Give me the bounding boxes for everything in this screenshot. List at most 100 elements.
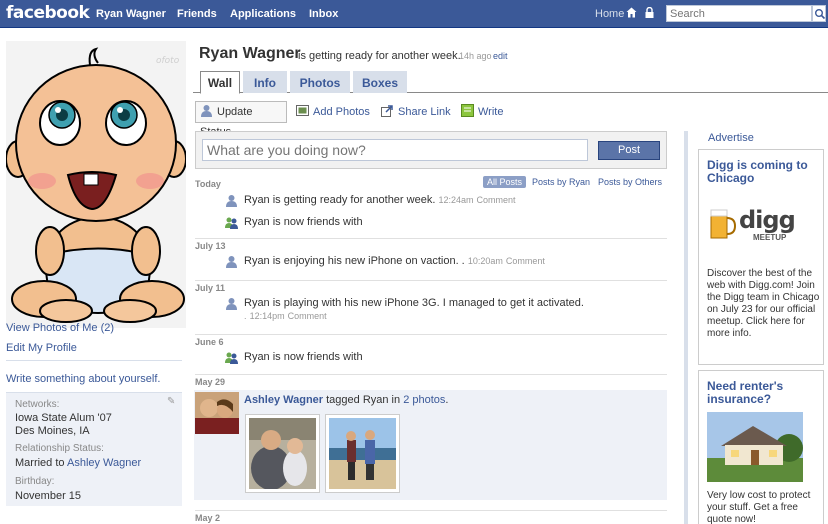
column-separator [684,131,688,524]
profile-info-box: ✎ Networks: Iowa State Alum '07 Des Moin… [6,392,182,506]
nav-profile[interactable]: Ryan Wagner [96,8,166,20]
feed-item: . 12:14pm Comment [244,310,327,322]
share-link-label: Share Link [398,106,451,118]
write-button[interactable]: Write [461,104,503,120]
write-label: Write [478,106,504,118]
birthday-label: Birthday: [15,476,55,487]
spouse-link[interactable]: Ashley Wagner [67,457,141,469]
friend-avatar[interactable] [195,392,239,434]
photos-link[interactable]: 2 photos [403,394,445,406]
divider [6,360,182,361]
filter-posts-by-others[interactable]: Posts by Others [598,177,662,187]
relationship-value: Married to Ashley Wagner [15,457,141,469]
friends-icon [225,352,238,364]
day-header: Today [195,179,221,189]
nav-inbox[interactable]: Inbox [309,8,338,20]
digg-logo[interactable]: digg MEETUP [709,206,813,246]
networks-label: Networks: [15,399,60,410]
svg-text:ofoto: ofoto [156,56,180,66]
top-bar: facebook Ryan Wagner Friends Application… [0,0,828,28]
tagged-photo[interactable] [325,414,400,493]
birthday-value: November 15 [15,490,82,502]
person-icon [201,105,212,117]
nav-applications[interactable]: Applications [230,8,296,20]
ad-body: Very low cost to protect your stuff. Get… [707,490,811,524]
status-input[interactable] [202,139,588,161]
write-about-link[interactable]: Write something about yourself. [6,373,182,385]
house-ad-image[interactable] [707,412,803,482]
view-photos-link[interactable]: View Photos of Me (2) [6,322,182,336]
network-value: Des Moines, IA [15,425,90,437]
comment-link[interactable]: Comment [288,311,327,321]
day-header: July 13 [195,238,667,251]
feed-item-time: 12:14pm [249,311,285,321]
status-time: 14h ago [459,51,492,61]
feed-item-text: Ryan is playing with his new iPhone 3G. … [244,297,584,309]
tagged-photos-story: Ashley Wagner tagged Ryan in 2 photos. [194,390,667,500]
note-icon [461,104,474,117]
ad-title[interactable]: Need renter's insurance? [707,380,817,406]
tab-bar-line [193,92,828,93]
status-composer: Post [195,131,667,169]
tab-photos[interactable]: Photos [290,71,350,93]
ad-body: Discover the best of the web with Digg.c… [707,268,820,339]
search-icon [815,9,826,20]
status-text: is getting ready for another week. [298,50,461,62]
share-icon [381,105,393,117]
feed-item-text: Ryan is enjoying his new iPhone on vacti… [244,255,465,267]
friends-icon [225,217,238,229]
network-value: Iowa State Alum '07 [15,412,112,424]
digg-logo-text: digg [739,206,796,234]
tag-story-end: . [445,394,449,406]
tab-wall[interactable]: Wall [200,71,240,94]
feed-item-text: . [244,311,247,321]
tagged-photo-image [329,418,396,489]
post-button[interactable]: Post [598,141,660,160]
tagged-photo-image [249,418,316,490]
profile-picture[interactable]: ofoto [6,41,186,328]
feed-item: Ryan is enjoying his new iPhone on vacti… [244,255,545,267]
search-input[interactable] [666,5,812,22]
add-photos-label: Add Photos [313,106,370,118]
ad-title[interactable]: Digg is coming to Chicago [707,159,817,185]
friend-name-link[interactable]: Ashley Wagner [244,394,323,406]
feed-item-time: 10:20am [467,256,503,266]
feed-item-text: Ryan is now friends with [244,216,363,228]
status-edit-link[interactable]: edit [493,51,508,61]
feed-item-time: 12:24am [438,195,474,205]
day-header: June 6 [195,334,667,347]
nav-home[interactable]: Home [595,8,624,20]
pencil-icon[interactable]: ✎ [167,396,175,407]
comment-link[interactable]: Comment [506,256,545,266]
day-header: July 11 [195,280,667,293]
status-update-icon [226,195,237,207]
edit-profile-link[interactable]: Edit My Profile [6,342,182,354]
lock-icon[interactable] [645,7,654,18]
add-photos-button[interactable]: Add Photos [296,104,370,120]
tagged-photo[interactable] [245,414,320,493]
filter-posts-by-ryan[interactable]: Posts by Ryan [532,177,590,187]
ad-renters-insurance[interactable]: Need renter's insurance? Very low cost t… [698,370,824,524]
tab-info[interactable]: Info [243,71,287,93]
nav-friends[interactable]: Friends [177,8,217,20]
ad-digg[interactable]: Digg is coming to Chicago digg MEETUP Di… [698,149,824,365]
advertise-link[interactable]: Advertise [708,132,754,144]
cartoon-baby-image: ofoto [6,41,186,328]
beer-mug-icon [710,209,737,239]
feed-item: Ryan is getting ready for another week. … [244,194,516,206]
relationship-text: Married to [15,457,65,469]
comment-link[interactable]: Comment [477,195,516,205]
feed-item-text: Ryan is getting ready for another week. [244,194,436,206]
tag-story-text: Ashley Wagner tagged Ryan in 2 photos. [244,394,448,406]
share-link-button[interactable]: Share Link [381,104,451,120]
digg-meetup-text: MEETUP [753,233,787,242]
search-button[interactable] [812,5,826,22]
relationship-label: Relationship Status: [15,443,104,454]
status-update-icon [226,256,237,268]
tab-boxes[interactable]: Boxes [353,71,407,93]
feed-item-text: Ryan is now friends with [244,351,363,363]
update-status-button[interactable]: Update Status [195,101,287,138]
facebook-logo[interactable]: facebook [6,3,90,23]
filter-all-posts[interactable]: All Posts [483,176,527,188]
home-icon[interactable] [626,7,637,18]
